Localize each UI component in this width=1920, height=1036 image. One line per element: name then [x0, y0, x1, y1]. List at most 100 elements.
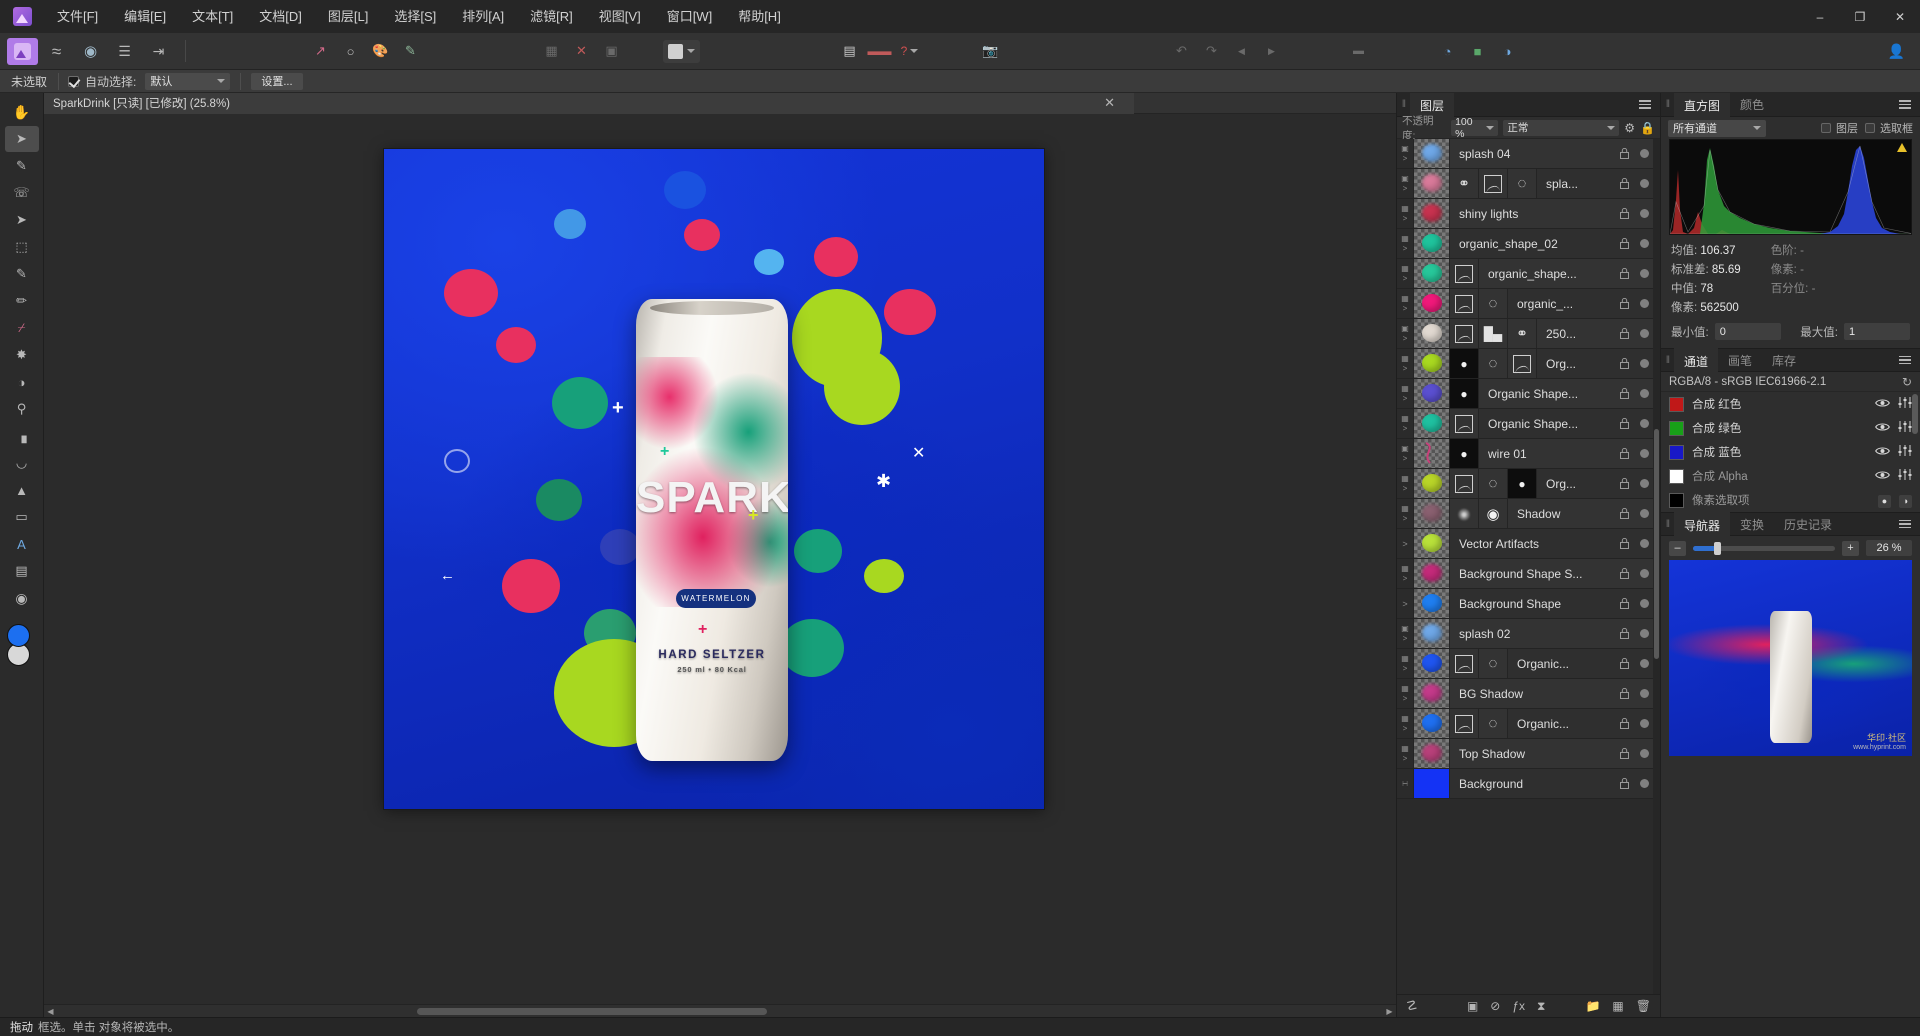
layer-curve-icon[interactable] [1450, 649, 1479, 678]
layer-gutter-icon[interactable]: ▦ > [1397, 709, 1414, 738]
zoom-value-field[interactable]: 26 % [1866, 540, 1912, 556]
scroll-left-icon[interactable]: ◀ [44, 1007, 57, 1016]
layer-gutter-icon[interactable]: ▦ > [1397, 679, 1414, 708]
persona-liquify[interactable]: ≈ [41, 38, 72, 65]
layer-thumbnail[interactable] [1414, 409, 1450, 438]
panel-grip[interactable]: ‖ [1661, 519, 1674, 530]
layer-gutter-icon[interactable]: ∺ [1397, 769, 1414, 798]
lock-icon[interactable] [1616, 139, 1633, 168]
visibility-toggle[interactable] [1633, 409, 1655, 438]
tool-frame-text[interactable]: ▤ [5, 558, 39, 584]
layer-blur-icon[interactable]: ◉ [1450, 499, 1479, 528]
artboard[interactable]: SPARK WATERMELON HARD SELTZER 250 ml • 8… [384, 149, 1044, 809]
layer-levels-icon[interactable]: █▄ [1479, 319, 1508, 348]
eye-icon[interactable] [1875, 397, 1890, 411]
layer-mask-icon[interactable]: ● [1450, 379, 1479, 408]
snap-disable-icon[interactable]: ✕ [568, 39, 595, 64]
lock-icon[interactable] [1616, 259, 1633, 288]
lock-icon[interactable] [1616, 589, 1633, 618]
delete-layer-icon[interactable]: 🗑 [1636, 999, 1651, 1013]
layer-sphere-icon[interactable]: ◌ [1508, 169, 1537, 198]
layer-thumbnail[interactable] [1414, 739, 1450, 768]
channels-scrollbar[interactable] [1912, 394, 1918, 434]
layer-thumbnail[interactable] [1414, 139, 1450, 168]
layer-curve-icon[interactable] [1450, 709, 1479, 738]
tool-mesh-warp[interactable]: ◉ [5, 585, 39, 611]
layer-thumbnail[interactable] [1414, 229, 1450, 258]
menu-view[interactable]: 视图[V] [586, 0, 654, 33]
layer-thumbnail[interactable] [1414, 619, 1450, 648]
tool-selection-brush[interactable]: ✎ [5, 261, 39, 287]
table-row[interactable]: ▦ > organic_shape... [1397, 259, 1660, 289]
table-row[interactable]: ▦ > ◌ organic_... [1397, 289, 1660, 319]
tool-zoom[interactable]: ⚲ [5, 396, 39, 422]
blend-mode-dropdown[interactable]: 正常 [1503, 119, 1620, 136]
auto-select-checkbox[interactable]: 自动选择: [59, 73, 145, 90]
tool-pointer[interactable]: ➤ [4, 126, 39, 152]
table-row[interactable]: ▦ > ◌ ● Org... [1397, 469, 1660, 499]
menu-layer[interactable]: 图层[L] [315, 0, 381, 33]
table-row[interactable]: ▦ > Top Shadow [1397, 739, 1660, 769]
layer-curve-icon[interactable] [1508, 349, 1537, 378]
tool-paint-brush[interactable]: ✏ [5, 288, 39, 314]
layer-curve-icon[interactable] [1450, 469, 1479, 498]
tool-color-picker[interactable]: ◡ [5, 450, 39, 476]
snap-grid-icon[interactable]: ▦ [538, 39, 565, 64]
tab-channels[interactable]: 通道 [1674, 348, 1719, 372]
menu-help[interactable]: 帮助[H] [725, 0, 794, 33]
layer-thumbnail[interactable] [1414, 439, 1450, 468]
visibility-toggle[interactable] [1633, 649, 1655, 678]
lock-icon[interactable] [1616, 469, 1633, 498]
layer-gutter-icon[interactable]: ▦ > [1397, 349, 1414, 378]
minimize-button[interactable]: – [1800, 0, 1840, 33]
lock-icon[interactable] [1616, 709, 1633, 738]
visibility-toggle[interactable] [1633, 319, 1655, 348]
tab-histogram[interactable]: 直方图 [1674, 92, 1731, 117]
layer-thumbnail[interactable] [1414, 349, 1450, 378]
new-pixel-layer-icon[interactable]: ▦ [1612, 999, 1623, 1013]
tool-eraser[interactable]: ⌿ [5, 315, 39, 341]
menu-filter[interactable]: 滤镜[R] [517, 0, 586, 33]
layer-gutter-icon[interactable]: ▦ > [1397, 229, 1414, 258]
more-options-icon[interactable]: ▬ [1345, 39, 1372, 64]
lock-icon[interactable] [1616, 679, 1633, 708]
layer-gutter-icon[interactable]: ▣ > [1397, 139, 1414, 168]
layer-gutter-icon[interactable]: ▣ > [1397, 319, 1414, 348]
layer-thumbnail[interactable] [1414, 379, 1450, 408]
layer-curve-icon[interactable] [1450, 409, 1479, 438]
layer-mask-icon[interactable]: ● [1450, 439, 1479, 468]
can-product[interactable]: SPARK WATERMELON HARD SELTZER 250 ml • 8… [636, 299, 788, 761]
step-back-icon[interactable]: ◀ [1228, 39, 1255, 64]
layer-curve-icon[interactable] [1450, 319, 1479, 348]
undo-icon[interactable]: ↶ [1168, 39, 1195, 64]
min-value-field[interactable]: 0 [1714, 323, 1781, 340]
table-row[interactable]: > Vector Artifacts [1397, 529, 1660, 559]
close-button[interactable]: ✕ [1880, 0, 1920, 33]
document-tab[interactable]: SparkDrink [只读] [已修改] (25.8%) ✕ [44, 92, 1134, 114]
visibility-toggle[interactable] [1633, 289, 1655, 318]
navigator-panel-menu-icon[interactable] [1890, 519, 1920, 529]
layer-curve-icon[interactable] [1450, 289, 1479, 318]
zoom-in-button[interactable]: + [1842, 540, 1859, 556]
table-row[interactable]: ▦ > ◉ ◉ Shadow [1397, 499, 1660, 529]
list-item[interactable]: 合成 红色 [1661, 392, 1920, 416]
menu-text[interactable]: 文本[T] [179, 0, 246, 33]
scrollbar-thumb[interactable] [417, 1007, 767, 1015]
lock-icon[interactable] [1616, 349, 1633, 378]
tab-brushes[interactable]: 画笔 [1718, 348, 1762, 372]
foreground-swatch[interactable] [6, 624, 30, 647]
color-wheel-icon[interactable]: ◔ [1434, 39, 1461, 64]
visibility-toggle[interactable] [1633, 259, 1655, 288]
histogram-panel-menu-icon[interactable] [1890, 100, 1920, 109]
visibility-toggle[interactable] [1633, 769, 1655, 798]
zoom-slider-thumb[interactable] [1714, 541, 1722, 555]
lock-icon[interactable] [1616, 619, 1633, 648]
channels-list[interactable]: 合成 红色 合成 绿色 合成 蓝色 合成 Alpha 像素选取项 ● ◑ [1661, 392, 1920, 512]
layer-sphere-icon[interactable]: ◌ [1479, 289, 1508, 318]
step-forward-icon[interactable]: ▶ [1258, 39, 1285, 64]
save-selection-icon[interactable]: ◑ [1899, 493, 1912, 508]
layer-sphere-icon[interactable]: ◌ [1479, 469, 1508, 498]
tool-clone[interactable]: ✸ [5, 342, 39, 368]
visibility-toggle[interactable] [1633, 379, 1655, 408]
table-row[interactable]: ▦ > ● Organic Shape... [1397, 379, 1660, 409]
